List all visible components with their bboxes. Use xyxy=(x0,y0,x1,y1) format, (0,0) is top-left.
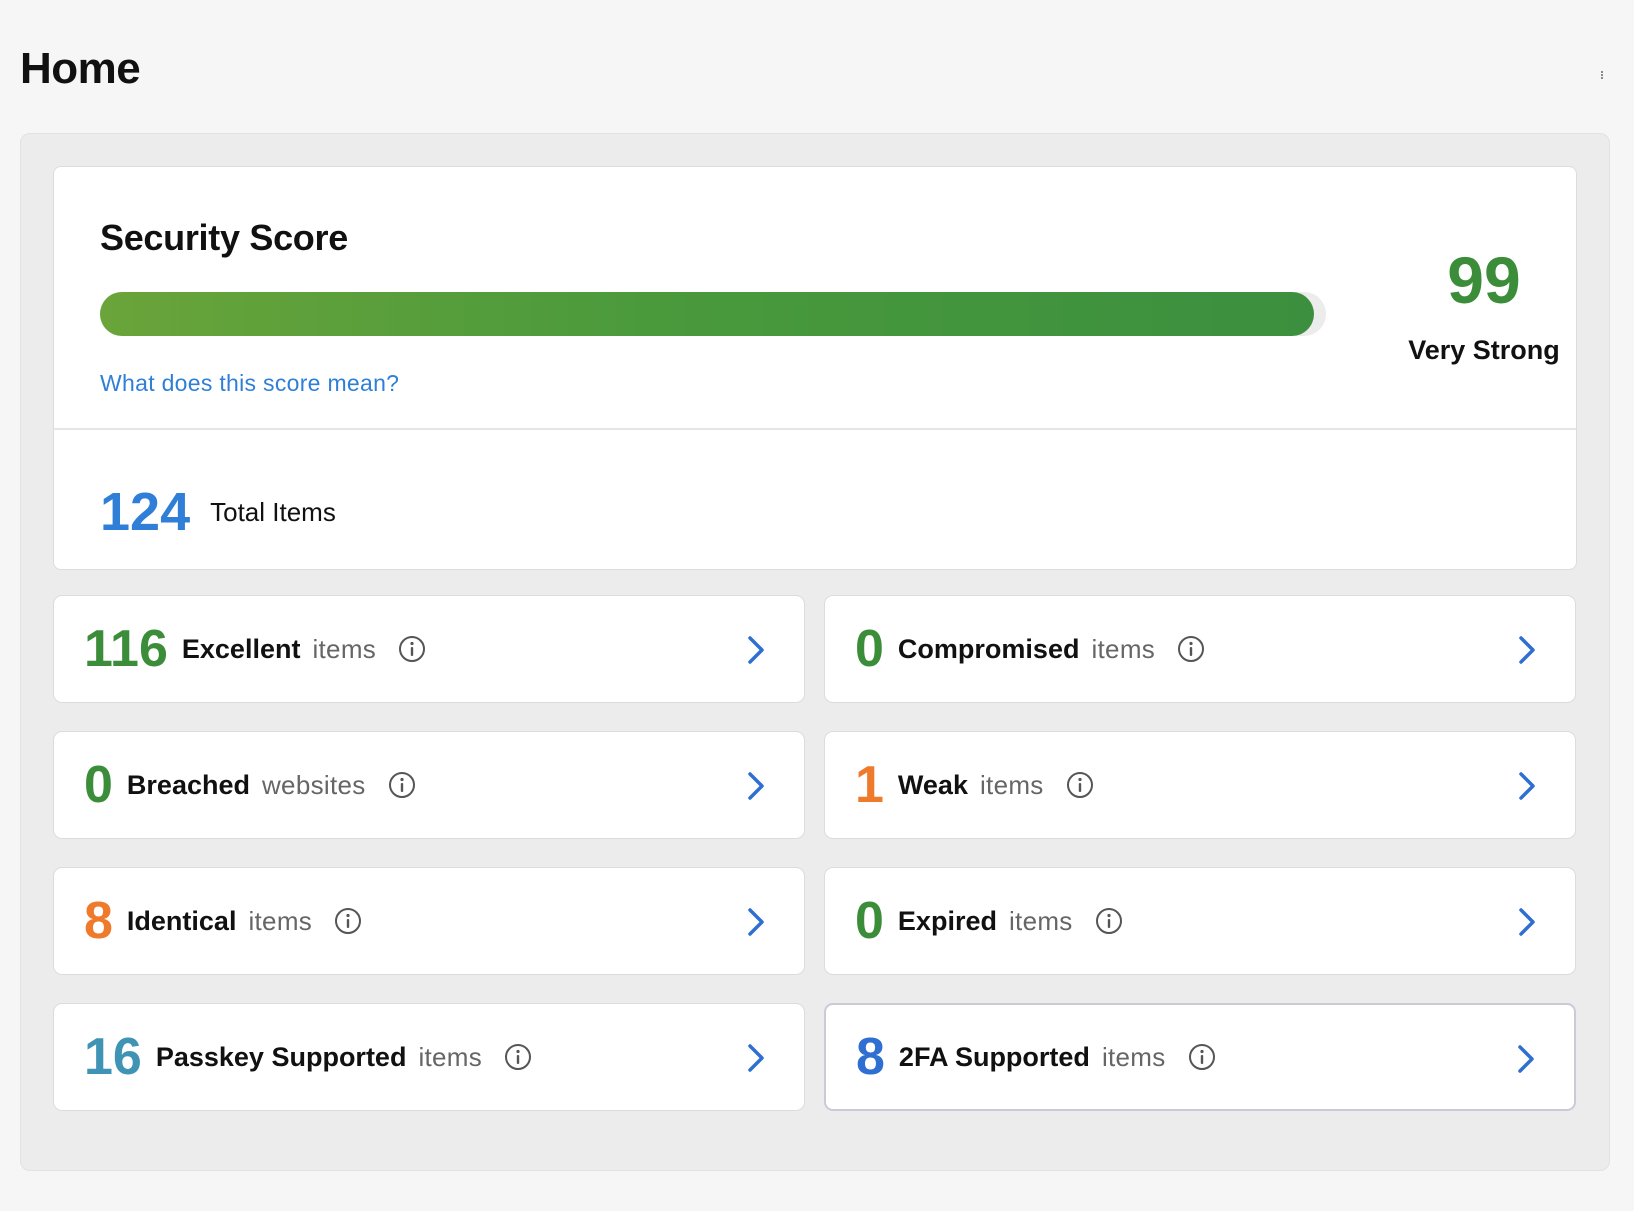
stat-name: Passkey Supported xyxy=(155,1041,407,1072)
stat-count: 0 xyxy=(84,756,113,814)
stat-count: 0 xyxy=(855,620,884,678)
score-strength-label: Very Strong xyxy=(1408,335,1560,365)
stat-name: Breached xyxy=(126,769,250,800)
info-circle-icon[interactable] xyxy=(504,1043,532,1071)
stat-count: 0 xyxy=(855,892,884,950)
stat-count: 116 xyxy=(84,620,168,678)
total-items-row: 124 Total Items xyxy=(100,477,336,547)
stat-count: 16 xyxy=(84,1028,142,1086)
stat-card-breached[interactable]: 0 Breached websites xyxy=(53,731,805,839)
score-title: Security Score xyxy=(100,217,348,258)
score-section: Security Score What does this score mean… xyxy=(54,167,1576,430)
stat-name: Compromised xyxy=(897,633,1080,664)
stat-count: 8 xyxy=(856,1028,885,1086)
stat-unit: items xyxy=(312,633,377,664)
chevron-right-icon[interactable] xyxy=(746,770,766,802)
info-circle-icon[interactable] xyxy=(1188,1043,1216,1071)
info-circle-icon[interactable] xyxy=(1177,635,1205,663)
stat-count: 1 xyxy=(855,756,884,814)
info-circle-icon[interactable] xyxy=(388,771,416,799)
stat-unit: items xyxy=(1008,905,1073,936)
stat-card-identical[interactable]: 8 Identical items xyxy=(53,867,805,975)
chevron-right-icon[interactable] xyxy=(746,906,766,938)
score-progress-fill xyxy=(100,292,1314,336)
info-circle-icon[interactable] xyxy=(1066,771,1094,799)
dashboard-panel: Security Score What does this score mean… xyxy=(20,133,1610,1171)
score-progress-bar xyxy=(100,292,1326,336)
page-title: Home xyxy=(20,44,141,93)
total-items-count: 124 xyxy=(100,482,191,542)
kebab-menu-icon[interactable] xyxy=(1600,70,1604,80)
stat-card-compromised[interactable]: 0 Compromised items xyxy=(824,595,1576,703)
stat-name: Weak xyxy=(897,769,968,800)
total-items-label: Total Items xyxy=(210,496,336,527)
stat-card-passkey-supported[interactable]: 16 Passkey Supported items xyxy=(53,1003,805,1111)
chevron-right-icon[interactable] xyxy=(1517,634,1537,666)
chevron-right-icon[interactable] xyxy=(746,634,766,666)
stat-unit: items xyxy=(979,769,1044,800)
chevron-right-icon[interactable] xyxy=(1517,906,1537,938)
stat-name: Identical xyxy=(126,905,237,936)
info-circle-icon[interactable] xyxy=(334,907,362,935)
stat-unit: items xyxy=(418,1041,483,1072)
chevron-right-icon[interactable] xyxy=(1516,1043,1536,1075)
score-meaning-link[interactable]: What does this score mean? xyxy=(100,370,399,397)
chevron-right-icon[interactable] xyxy=(1517,770,1537,802)
stat-unit: items xyxy=(1091,633,1156,664)
stat-card-2fa-supported[interactable]: 8 2FA Supported items xyxy=(824,1003,1576,1111)
info-circle-icon[interactable] xyxy=(1095,907,1123,935)
stat-count: 8 xyxy=(84,892,113,950)
info-circle-icon[interactable] xyxy=(398,635,426,663)
stat-name: 2FA Supported xyxy=(898,1041,1090,1072)
stat-card-weak[interactable]: 1 Weak items xyxy=(824,731,1576,839)
stat-name: Expired xyxy=(897,905,997,936)
stat-unit: items xyxy=(1101,1041,1166,1072)
chevron-right-icon[interactable] xyxy=(746,1042,766,1074)
stat-card-excellent[interactable]: 116 Excellent items xyxy=(53,595,805,703)
security-score-card: Security Score What does this score mean… xyxy=(53,166,1577,570)
stat-card-expired[interactable]: 0 Expired items xyxy=(824,867,1576,975)
stat-unit: websites xyxy=(261,769,366,800)
score-value: 99 xyxy=(1447,243,1521,317)
stat-name: Excellent xyxy=(181,633,301,664)
stat-unit: items xyxy=(248,905,313,936)
